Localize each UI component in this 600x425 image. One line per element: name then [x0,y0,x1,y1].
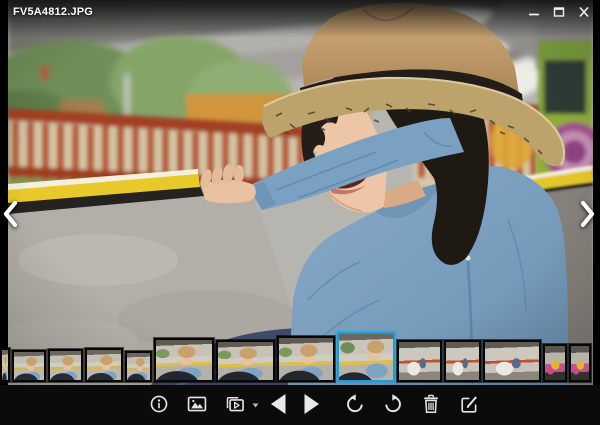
close-icon [577,6,591,18]
rotate-right-button[interactable] [377,388,409,422]
slideshow-button[interactable] [219,388,251,422]
trash-icon [420,393,442,418]
vignette [8,0,593,385]
filmstrip-scroll-left-button[interactable] [2,199,18,230]
filmstrip-thumbnail[interactable] [85,348,123,382]
chevron-right-icon [580,200,596,230]
minimize-icon [527,6,541,18]
filmstrip-thumbnail-selected[interactable] [337,332,395,382]
photo-illustration [8,0,593,385]
close-button[interactable] [574,3,594,21]
filename-title: FV5A4812.JPG [13,6,94,18]
minimize-button[interactable] [524,3,544,21]
filmstrip-scroll-right-button[interactable] [580,199,596,230]
filmstrip-thumbnail[interactable] [543,344,567,382]
filmstrip-thumbnail[interactable] [444,340,481,382]
titlebar: FV5A4812.JPG [0,0,600,38]
info-button[interactable] [143,388,175,422]
app-window: FV5A4812.JPG [0,0,600,425]
maximize-button[interactable] [549,3,569,21]
rotate-ccw-icon [344,393,366,418]
edit-button[interactable] [453,388,485,422]
filmstrip-thumbnail[interactable] [12,350,46,382]
slideshow-play-icon [224,393,246,418]
maximize-icon [552,6,566,18]
filmstrip-thumbnail[interactable] [397,340,442,382]
rotate-cw-icon [382,393,404,418]
previous-button[interactable] [263,388,295,422]
view-picture-button[interactable] [181,388,213,422]
toolbar [0,385,600,425]
chevron-left-icon [2,200,18,230]
filmstrip-thumbnail[interactable] [277,336,335,382]
slideshow-dropdown-caret-icon[interactable] [251,403,259,408]
photo-main [8,0,593,385]
edit-pencil-icon [458,393,480,418]
filmstrip-thumbnail[interactable] [154,338,214,382]
triangle-right-icon [298,391,324,420]
filmstrip-thumbnail[interactable] [483,340,541,382]
rotate-left-button[interactable] [339,388,371,422]
window-controls [524,3,594,21]
filmstrip-thumbnail[interactable] [0,348,10,382]
info-circle-icon [148,393,170,418]
filmstrip [0,332,600,385]
filmstrip-thumbnail[interactable] [216,340,275,382]
filmstrip-thumbnail[interactable] [48,349,83,382]
next-button[interactable] [295,388,327,422]
filmstrip-thumbnail[interactable] [125,351,152,382]
triangle-left-icon [266,391,292,420]
delete-button[interactable] [415,388,447,422]
picture-icon [186,393,208,418]
filmstrip-thumbnail[interactable] [569,344,591,382]
